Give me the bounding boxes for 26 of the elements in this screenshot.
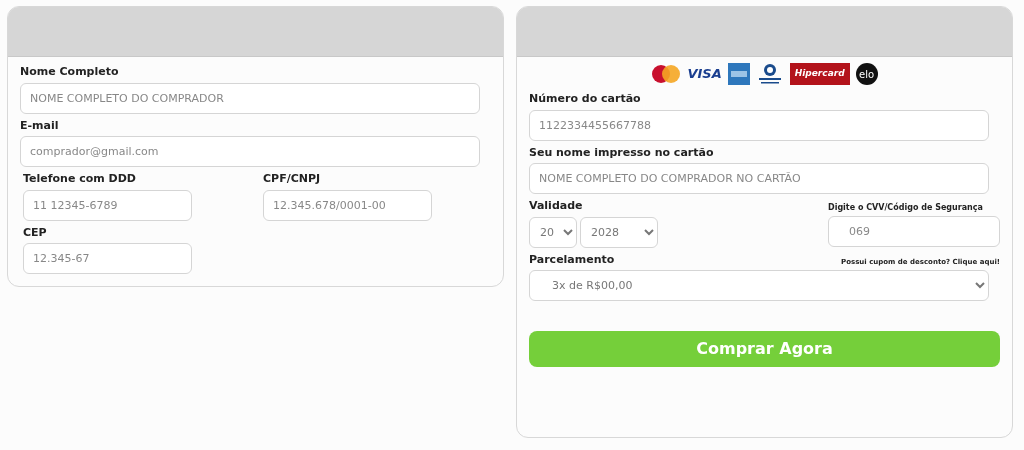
hipercard-logo: Hipercard <box>789 63 850 85</box>
field-label: Nome Completo <box>20 64 120 80</box>
input-field[interactable]: NOME COMPLETO DO COMPRADOR <box>20 82 480 114</box>
field-label: CPF/CNPJ <box>263 171 322 187</box>
field-label: CEP <box>23 224 48 241</box>
field-label: E-mail <box>20 117 60 134</box>
elo-logo: elo <box>855 63 878 85</box>
input-field[interactable]: 069 <box>828 216 1000 247</box>
field-label: Digite o CVV/Código de Segurança <box>828 202 984 214</box>
field-label: Número do cartão <box>529 91 642 107</box>
input-field[interactable]: 12.345-67 <box>23 243 192 274</box>
input-field[interactable]: NOME COMPLETO DO COMPRADOR NO CARTÃO <box>529 163 989 194</box>
select-field[interactable]: 20 <box>529 216 577 248</box>
select-field[interactable]: 3x de R$00,00 <box>529 270 989 301</box>
input-field[interactable]: 11 12345-6789 <box>23 189 192 221</box>
field-label: Parcelamento <box>529 251 615 268</box>
input-field[interactable]: 12.345.678/0001-00 <box>263 189 432 221</box>
field-label: Telefone com DDD <box>23 171 137 187</box>
input-field[interactable]: 1122334455667788 <box>529 109 989 141</box>
card-brand-icon <box>651 64 682 84</box>
input-field[interactable]: comprador@gmail.com <box>20 136 480 167</box>
field-label: Validade <box>529 198 584 214</box>
card-brand-icon <box>727 63 750 85</box>
field-label: Seu nome impresso no cartão <box>529 144 715 161</box>
select-field[interactable]: 2028 <box>580 216 658 248</box>
visa-logo: VISA <box>687 65 722 84</box>
